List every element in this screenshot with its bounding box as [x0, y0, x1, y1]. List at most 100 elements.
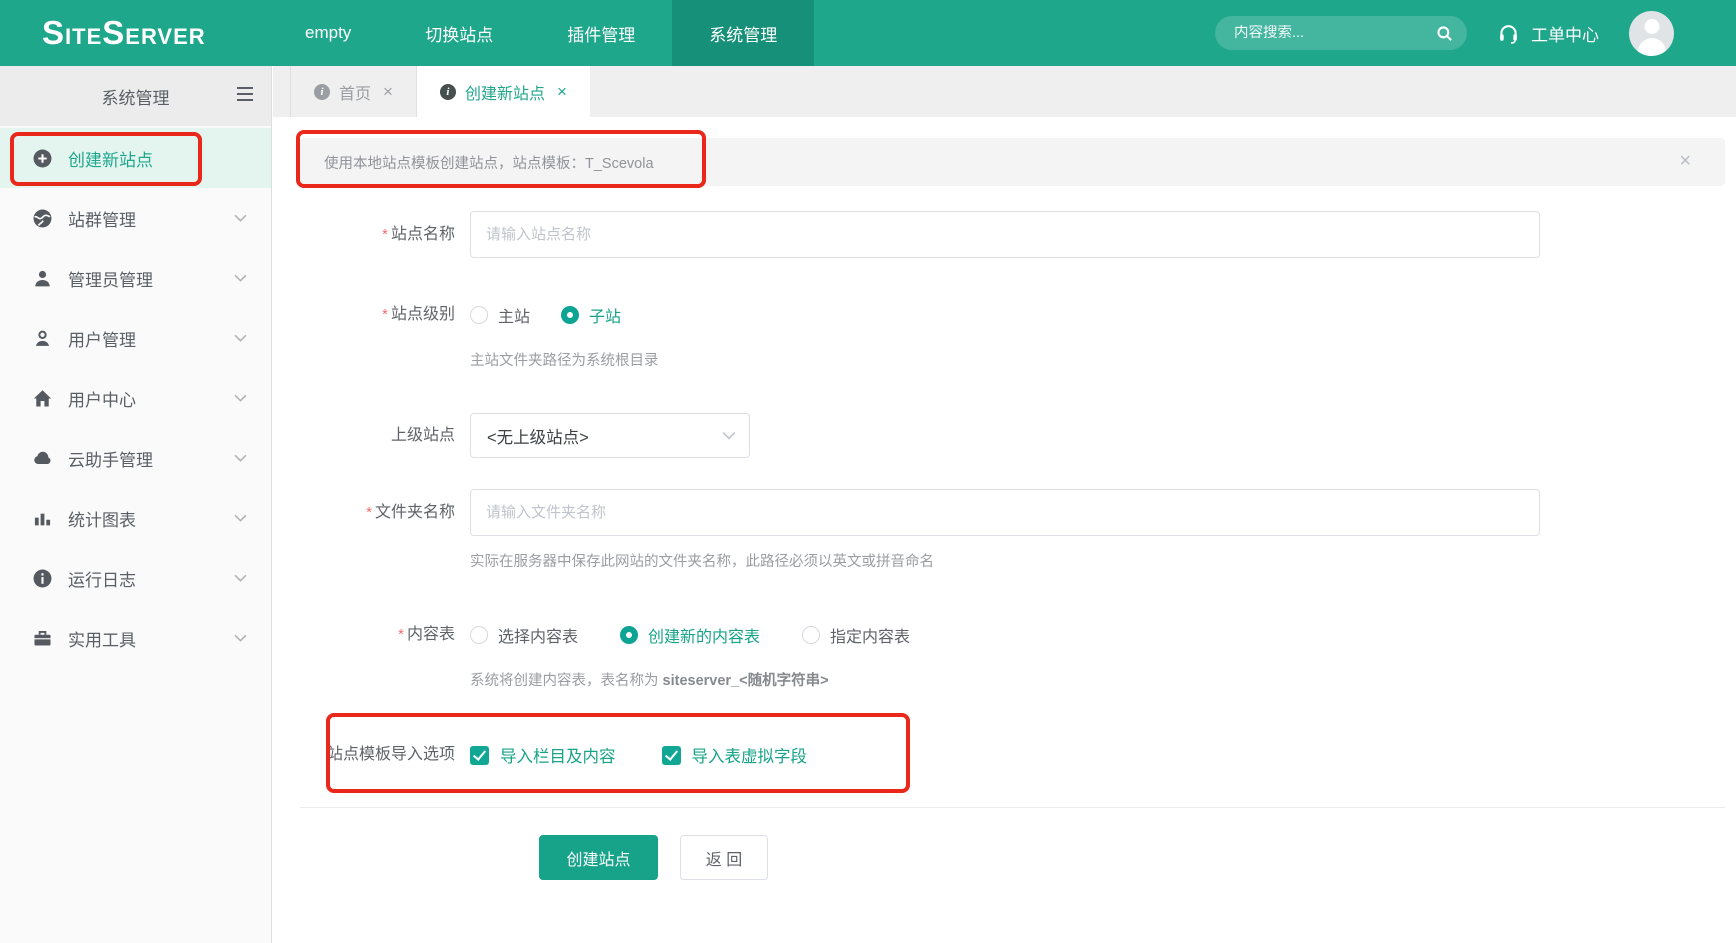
info-circle-icon: i: [440, 84, 456, 100]
folder-name-label: *文件夹名称: [300, 489, 470, 536]
parent-site-select[interactable]: <无上级站点>: [470, 413, 750, 458]
site-name-row: *站点名称: [300, 211, 1725, 258]
nav-item-system-management[interactable]: 系统管理: [672, 0, 814, 66]
chevron-down-icon: [234, 634, 247, 642]
close-icon[interactable]: ×: [1679, 151, 1691, 171]
template-import-row: 站点模板导入选项 导入栏目及内容 导入表虚拟字段: [300, 744, 1725, 766]
cloud-icon: [33, 449, 52, 468]
site-level-help: 主站文件夹路径为系统根目录: [470, 350, 659, 372]
home-icon: [33, 389, 52, 408]
sidebar-item-user-center[interactable]: 用户中心: [0, 368, 271, 428]
create-site-form: *站点名称 *站点级别 主站 子站 主站文件夹路径为系统根目录 上级站点 <无上…: [300, 211, 1725, 880]
radio-create-content-table-label[interactable]: 创建新的内容表: [648, 623, 760, 647]
nav-item-empty[interactable]: empty: [268, 0, 388, 66]
globe-icon: [33, 209, 52, 228]
chevron-down-icon: [234, 274, 247, 282]
user-avatar[interactable]: [1629, 11, 1674, 56]
siteserver-logo[interactable]: SITESERVER: [0, 0, 240, 66]
sidebar-item-utilities[interactable]: 实用工具: [0, 608, 271, 668]
avatar-body-shape: [1638, 38, 1666, 56]
sidebar-item-cloud-assistant-management[interactable]: 云助手管理: [0, 428, 271, 488]
briefcase-icon: [33, 629, 52, 648]
nav-item-switch-site[interactable]: 切换站点: [388, 0, 530, 66]
tab-home-label: 首页: [339, 80, 371, 104]
radio-sub-site-label[interactable]: 子站: [589, 303, 621, 327]
bar-chart-icon: [33, 509, 52, 528]
checkbox-import-virtual-fields[interactable]: [662, 746, 681, 765]
search-input[interactable]: [1234, 25, 1436, 41]
sidebar: 系统管理 创建新站点 站群管理 管理员管理 用户管理 用户中心: [0, 66, 272, 943]
nav-item-plugin-management[interactable]: 插件管理: [530, 0, 672, 66]
parent-site-row: 上级站点 <无上级站点>: [300, 413, 1725, 458]
folder-name-help-row: 实际在服务器中保存此网站的文件夹名称，此路径必须以英文或拼音命名: [300, 551, 1725, 573]
folder-name-input[interactable]: [470, 489, 1540, 536]
ticket-center-label: 工单中心: [1531, 21, 1599, 46]
header-right: 工单中心: [1215, 0, 1736, 66]
main-content: 使用本地站点模板创建站点，站点模板：T_Scevola × *站点名称 *站点级…: [273, 117, 1736, 943]
radio-select-content-table[interactable]: [470, 626, 488, 644]
radio-main-site[interactable]: [470, 306, 488, 324]
sidebar-item-administrator-management[interactable]: 管理员管理: [0, 248, 271, 308]
radio-sub-site[interactable]: [561, 306, 579, 324]
required-asterisk: *: [382, 306, 388, 323]
tab-create-new-site-label: 创建新站点: [465, 80, 545, 104]
radio-assign-content-table[interactable]: [802, 626, 820, 644]
content-search-box[interactable]: [1215, 16, 1467, 50]
sidebar-item-user-management[interactable]: 用户管理: [0, 308, 271, 368]
sidebar-header: 系统管理: [0, 66, 271, 126]
user-icon: [33, 329, 52, 348]
template-import-options: 导入栏目及内容 导入表虚拟字段: [470, 744, 807, 766]
chevron-down-icon: [234, 334, 247, 342]
create-site-button[interactable]: 创建站点: [539, 835, 658, 880]
parent-site-value: <无上级站点>: [487, 424, 589, 448]
site-level-help-row: 主站文件夹路径为系统根目录: [300, 350, 1725, 372]
required-asterisk: *: [398, 626, 404, 643]
site-name-label: *站点名称: [300, 211, 470, 258]
checkbox-import-columns-label[interactable]: 导入栏目及内容: [500, 743, 616, 767]
radio-create-content-table[interactable]: [620, 626, 638, 644]
tab-create-new-site[interactable]: i 创建新站点 ×: [417, 66, 590, 117]
ticket-center-link[interactable]: 工单中心: [1497, 21, 1599, 46]
admin-user-icon: [33, 269, 52, 288]
sidebar-collapse-icon[interactable]: [235, 86, 255, 102]
chevron-down-icon: [234, 514, 247, 522]
tab-home[interactable]: i 首页 ×: [290, 66, 417, 117]
content-table-options: 选择内容表 创建新的内容表 指定内容表: [470, 624, 910, 646]
site-name-input[interactable]: [470, 211, 1540, 258]
content-table-help-row: 系统将创建内容表，表名称为 siteserver_<随机字符串>: [300, 670, 1725, 692]
radio-main-site-label[interactable]: 主站: [498, 303, 530, 327]
site-level-label: *站点级别: [300, 304, 470, 326]
checkbox-import-columns[interactable]: [470, 746, 489, 765]
sidebar-item-create-new-site[interactable]: 创建新站点: [0, 128, 271, 188]
content-table-help: 系统将创建内容表，表名称为 siteserver_<随机字符串>: [470, 670, 829, 692]
parent-site-label: 上级站点: [300, 413, 470, 458]
form-actions: 创建站点 返 回: [300, 835, 1725, 880]
chevron-down-icon: [234, 394, 247, 402]
close-icon[interactable]: ×: [557, 82, 567, 102]
back-button[interactable]: 返 回: [680, 835, 768, 880]
sidebar-item-running-logs[interactable]: 运行日志: [0, 548, 271, 608]
sidebar-item-statistics-charts[interactable]: 统计图表: [0, 488, 271, 548]
folder-name-row: *文件夹名称: [300, 489, 1725, 536]
folder-name-help: 实际在服务器中保存此网站的文件夹名称，此路径必须以英文或拼音命名: [470, 551, 934, 573]
sidebar-item-site-group-management[interactable]: 站群管理: [0, 188, 271, 248]
form-divider: [300, 807, 1725, 808]
chevron-down-icon: [234, 574, 247, 582]
radio-select-content-table-label[interactable]: 选择内容表: [498, 623, 578, 647]
tab-bar: i 首页 × i 创建新站点 ×: [273, 66, 1736, 117]
close-icon[interactable]: ×: [383, 82, 393, 102]
required-asterisk: *: [366, 504, 372, 521]
site-level-row: *站点级别 主站 子站: [300, 304, 1725, 326]
chevron-down-icon: [234, 454, 247, 462]
table-name-pattern: siteserver_<随机字符串>: [663, 673, 829, 689]
template-info-alert: 使用本地站点模板创建站点，站点模板：T_Scevola ×: [300, 138, 1725, 186]
logo-text: SITESERVER: [42, 14, 206, 52]
avatar-head-shape: [1644, 19, 1659, 34]
top-nav: empty 切换站点 插件管理 系统管理: [268, 0, 814, 66]
content-table-row: *内容表 选择内容表 创建新的内容表 指定内容表: [300, 624, 1725, 646]
search-icon[interactable]: [1436, 25, 1453, 42]
checkbox-import-virtual-fields-label[interactable]: 导入表虚拟字段: [692, 743, 808, 767]
radio-assign-content-table-label[interactable]: 指定内容表: [830, 623, 910, 647]
sidebar-title: 系统管理: [102, 84, 170, 109]
chevron-down-icon: [722, 431, 736, 440]
